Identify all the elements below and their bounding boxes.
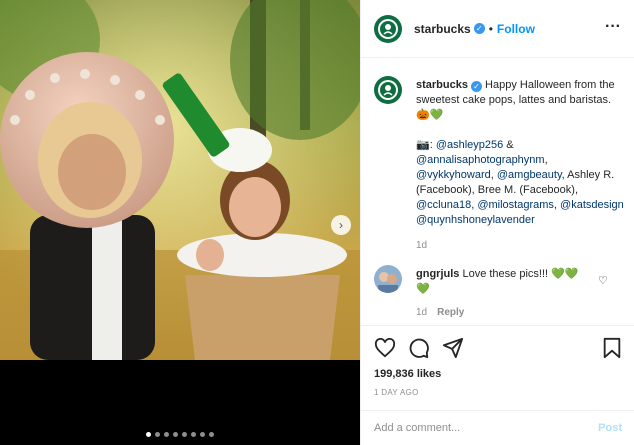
caption-username[interactable]: starbucks	[416, 79, 468, 91]
verified-badge-icon: ✓	[470, 81, 482, 92]
mention-link[interactable]: @milostagrams	[477, 199, 554, 211]
carousel-dot	[209, 432, 214, 437]
post-timestamp[interactable]: 1 DAY AGO	[374, 388, 622, 397]
mention-link[interactable]: @ashleyp256	[436, 139, 503, 151]
carousel-indicator	[0, 432, 360, 437]
share-send-icon[interactable]	[442, 337, 464, 359]
mention-link[interactable]: @ccluna18	[416, 199, 471, 211]
comment-age[interactable]: 1d	[416, 307, 427, 318]
save-bookmark-icon[interactable]	[602, 337, 622, 359]
caption-age[interactable]: 1d	[416, 238, 626, 253]
add-comment-bar: Post	[361, 410, 634, 445]
post-sidebar: starbucks ✓ • Follow ··· starbucks ✓ Happ…	[360, 0, 634, 445]
carousel-dot	[182, 432, 187, 437]
mention-link[interactable]: @katsdesign	[560, 199, 624, 211]
header-separator: •	[488, 21, 493, 36]
commenter-avatar[interactable]	[374, 265, 402, 293]
carousel-dot	[191, 432, 196, 437]
carousel-dot	[200, 432, 205, 437]
mention-link[interactable]: @annalisaphotographynm	[416, 154, 545, 166]
mention-link[interactable]: @quynhshoneylavender	[416, 214, 535, 226]
caption-credit-prefix: 📷:	[416, 139, 436, 151]
comment-input[interactable]	[374, 422, 599, 434]
account-name[interactable]: starbucks	[414, 22, 471, 36]
carousel-dot	[146, 432, 151, 437]
comment-content-line2: 💚	[416, 283, 430, 295]
carousel-dot	[173, 432, 178, 437]
starbucks-logo-icon	[378, 80, 398, 100]
more-options-icon[interactable]: ···	[605, 18, 621, 36]
comment-bubble-icon[interactable]	[408, 337, 430, 359]
post-header: starbucks ✓ • Follow ···	[361, 0, 634, 58]
carousel-dot	[164, 432, 169, 437]
comment-like-heart-icon[interactable]: ♡	[598, 274, 608, 287]
comment-meta: 1d Reply	[416, 307, 464, 318]
like-count[interactable]: 199,836 likes	[374, 368, 622, 380]
action-icons	[374, 336, 622, 360]
mention-link[interactable]: @amgbeauty	[497, 169, 562, 181]
carousel-dot	[155, 432, 160, 437]
caption-credit-text: ,	[544, 154, 548, 166]
comments-panel[interactable]: starbucks ✓ Happy Halloween from the swee…	[361, 58, 634, 324]
starbucks-logo-icon	[378, 18, 398, 39]
like-heart-icon[interactable]	[374, 338, 396, 358]
avatar-photo-icon	[374, 265, 402, 293]
mention-link[interactable]: @vykkyhoward	[416, 169, 491, 181]
post-photo	[0, 0, 360, 360]
carousel-next-button[interactable]: ›	[331, 215, 351, 235]
reply-button[interactable]: Reply	[437, 307, 464, 318]
comment-text: gngrjuls Love these pics!!! 💚💚 💚	[416, 267, 596, 297]
caption-avatar[interactable]	[374, 76, 402, 104]
post-media[interactable]: ›	[0, 0, 360, 445]
caption-text: starbucks ✓ Happy Halloween from the swee…	[416, 78, 626, 253]
comment-username[interactable]: gngrjuls	[416, 268, 459, 280]
comment-content: Love these pics!!! 💚💚	[462, 268, 579, 280]
follow-button[interactable]: Follow	[497, 22, 535, 36]
account-avatar[interactable]	[374, 14, 402, 43]
post-actions: 199,836 likes 1 DAY AGO	[361, 325, 634, 397]
verified-badge-icon: ✓	[473, 23, 485, 34]
caption-credit-text: &	[503, 139, 514, 151]
post-comment-button[interactable]: Post	[598, 422, 622, 434]
